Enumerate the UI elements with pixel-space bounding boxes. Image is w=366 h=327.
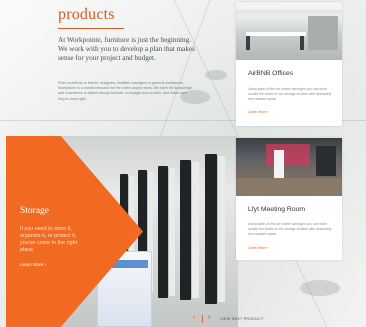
body-paragraph: From architects to interior designers, f… [58, 81, 192, 101]
storage-heading: Storage [20, 206, 50, 216]
card-title: Lfyt Meeting Room [248, 206, 306, 213]
page-title: products [58, 6, 115, 23]
card-airbnb-offices[interactable]: AirBNB Offices Using state-of-the-art mo… [236, 2, 342, 126]
nav-divider [202, 315, 203, 323]
intro-paragraph: At Workpointe, furniture is just the beg… [58, 36, 195, 62]
card-learn-more-link[interactable]: Learn More › [248, 110, 269, 114]
storage-description: If you need to store it, organize it, or… [20, 226, 78, 253]
card-description: Using state-of-the-art mobile carriages … [248, 222, 332, 236]
card-learn-more-link[interactable]: Learn More › [248, 246, 269, 250]
airbnb-offices-photo [236, 2, 342, 60]
card-lfyt-meeting-room[interactable]: Lfyt Meeting Room Using state-of-the-art… [236, 138, 342, 260]
card-title: AirBNB Offices [248, 70, 294, 77]
view-next-product-link[interactable]: VIEW NEXT PRODUCT [220, 317, 264, 321]
chevron-left-icon[interactable]: ‹ [193, 314, 195, 321]
lfyt-meeting-room-photo [236, 138, 342, 196]
card-description: Using state-of-the-art mobile carriages … [248, 87, 332, 101]
chevron-right-icon[interactable]: › [208, 314, 210, 321]
title-underline [58, 28, 124, 29]
storage-learn-more-link[interactable]: Learn More › [20, 262, 46, 267]
